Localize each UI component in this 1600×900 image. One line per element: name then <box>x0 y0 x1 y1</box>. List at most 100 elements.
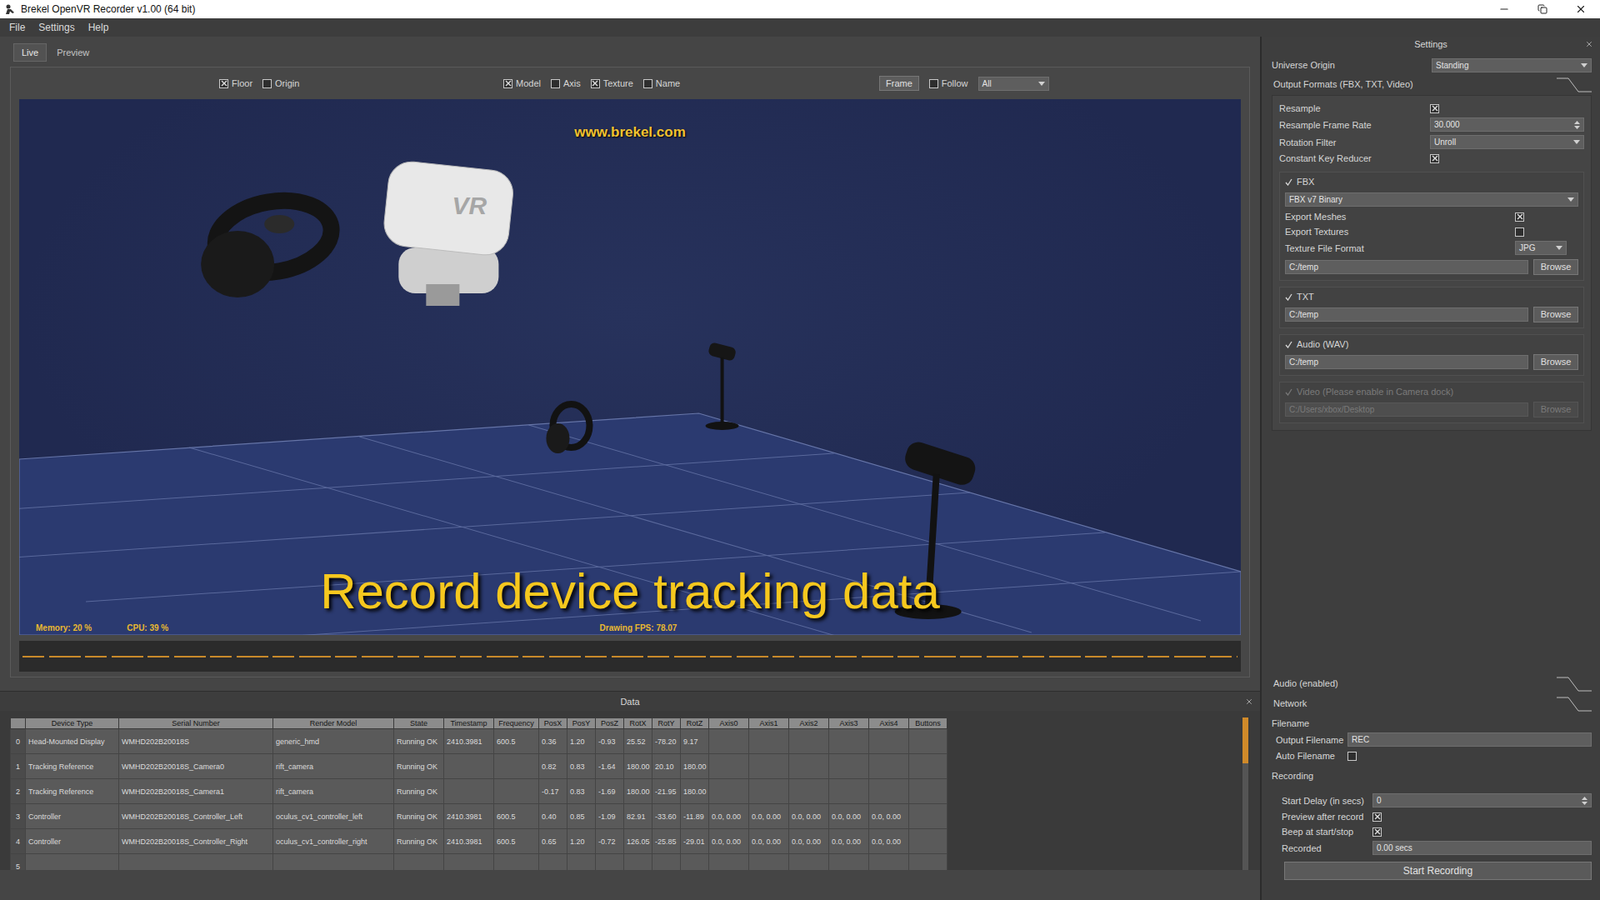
table-cell: -1.64 <box>595 754 625 780</box>
toolbar-check[interactable]: Origin <box>262 78 300 89</box>
column-header[interactable]: PosZ <box>595 718 625 730</box>
checkbox[interactable] <box>262 79 272 89</box>
browse-button[interactable]: Browse <box>1533 259 1579 275</box>
checkbox[interactable] <box>590 79 600 89</box>
checkbox[interactable] <box>1347 751 1357 761</box>
checkbox[interactable] <box>1372 812 1382 822</box>
column-header[interactable]: Axis2 <box>789 718 830 730</box>
dropdown[interactable]: FBX v7 Binary <box>1285 192 1579 207</box>
start-recording-button[interactable]: Start Recording <box>1284 861 1592 880</box>
table-cell: WMHD202B20018S_Camera0 <box>119 754 274 780</box>
viewport[interactable]: VRwww.brekel.comRecord device tracking d… <box>19 99 1241 635</box>
checkbox[interactable] <box>219 79 229 89</box>
checkbox[interactable] <box>643 79 653 89</box>
checkbox[interactable] <box>1515 212 1525 222</box>
menu-item[interactable]: File <box>2 20 32 35</box>
group-header[interactable]: TXT <box>1285 289 1579 305</box>
close-button[interactable] <box>1245 697 1260 706</box>
table-cell: Tracking Reference <box>25 754 120 780</box>
browse-button[interactable]: Browse <box>1533 306 1579 323</box>
checkbox[interactable] <box>929 79 939 89</box>
toolbar-check[interactable]: Model <box>503 78 541 89</box>
table-row[interactable]: 4ControllerWMHD202B20018S_Controller_Rig… <box>10 829 948 855</box>
scene-3d[interactable]: VR <box>19 99 1241 635</box>
view-tab[interactable]: Preview <box>48 43 98 62</box>
menu-item[interactable]: Settings <box>31 20 81 35</box>
dropdown[interactable]: All <box>978 76 1050 91</box>
restore-button[interactable] <box>1523 0 1562 19</box>
section-header[interactable]: Audio (enabled) <box>1271 675 1592 693</box>
timeline[interactable] <box>19 640 1241 672</box>
spin-box[interactable]: 0 <box>1372 793 1592 808</box>
table-cell: oculus_cv1_controller_left <box>273 804 395 830</box>
table-row[interactable]: 1Tracking ReferenceWMHD202B20018S_Camera… <box>10 754 948 780</box>
group-header[interactable]: Video (Please enable in Camera dock) <box>1285 384 1579 400</box>
column-header[interactable]: Frequency <box>494 718 540 730</box>
section-header[interactable]: Output Formats (FBX, TXT, Video) <box>1271 76 1592 94</box>
floor-grid <box>19 425 1241 635</box>
text-field[interactable]: REC <box>1347 732 1592 747</box>
column-header[interactable]: Device Type <box>25 718 120 730</box>
menu-item[interactable]: Help <box>81 20 116 35</box>
column-header[interactable]: Axis0 <box>709 718 750 730</box>
path-field[interactable]: C:/temp <box>1285 355 1529 370</box>
column-header[interactable]: Axis3 <box>829 718 870 730</box>
table-cell <box>869 854 910 871</box>
column-header[interactable] <box>10 718 26 730</box>
toolbar-check[interactable]: Name <box>643 78 680 89</box>
spin-box[interactable]: 30.000 <box>1430 117 1585 132</box>
toolbar-check[interactable]: Texture <box>590 78 634 89</box>
column-header[interactable]: Timestamp <box>444 718 495 730</box>
column-header[interactable]: Buttons <box>909 718 948 730</box>
group-header[interactable]: FBX <box>1285 174 1579 190</box>
spin-down-icon[interactable] <box>1581 801 1588 805</box>
column-header[interactable]: Axis4 <box>869 718 910 730</box>
checkbox[interactable] <box>1430 104 1440 114</box>
toolbar-check[interactable]: Axis <box>550 78 581 89</box>
column-header[interactable]: RotY <box>652 718 681 730</box>
scroll-thumb[interactable] <box>1242 717 1249 764</box>
table-row[interactable]: 3ControllerWMHD202B20018S_Controller_Lef… <box>10 804 948 830</box>
close-button[interactable] <box>1561 0 1600 19</box>
toolbar-group: Model Axis Texture Name <box>503 78 880 89</box>
checkbox[interactable] <box>503 79 513 89</box>
column-header[interactable]: PosX <box>539 718 568 730</box>
spin-up-icon[interactable] <box>1581 796 1588 800</box>
section-header[interactable]: Network <box>1271 695 1592 713</box>
path-field[interactable]: C:/temp <box>1285 260 1529 275</box>
table-row[interactable]: 2Tracking ReferenceWMHD202B20018S_Camera… <box>10 779 948 805</box>
checkbox[interactable] <box>1372 827 1382 837</box>
data-table-area: Device TypeSerial NumberRender ModelStat… <box>0 710 1260 870</box>
fps-text: Drawing FPS: 78.07 <box>600 623 678 633</box>
checkbox[interactable] <box>1430 154 1440 164</box>
close-button[interactable] <box>1585 40 1600 49</box>
group-header[interactable]: Audio (WAV) <box>1285 336 1579 352</box>
view-tab[interactable]: Live <box>13 43 47 62</box>
dropdown[interactable]: JPG <box>1515 240 1567 255</box>
browse-button[interactable]: Browse <box>1533 354 1579 370</box>
spin-up-icon[interactable] <box>1574 120 1580 125</box>
column-header[interactable]: Render Model <box>273 718 395 730</box>
scrollbar[interactable] <box>1242 717 1249 870</box>
path-field[interactable]: C:/temp <box>1285 307 1529 322</box>
toolbar-check[interactable]: Floor <box>219 78 253 89</box>
checkbox[interactable] <box>1515 227 1525 237</box>
column-header[interactable]: State <box>394 718 445 730</box>
path-field: C:/Users/xbox/Desktop <box>1285 402 1529 417</box>
column-header[interactable]: Serial Number <box>119 718 274 730</box>
column-header[interactable]: RotX <box>624 718 653 730</box>
toolbar-check[interactable]: Follow <box>929 78 969 89</box>
spin-down-icon[interactable] <box>1574 125 1580 130</box>
stat-text: CPU: 39 % <box>126 623 169 633</box>
table-row[interactable]: 0Head-Mounted DisplayWMHD202B20018Sgener… <box>10 729 948 755</box>
column-header[interactable]: RotZ <box>680 718 710 730</box>
minimize-button[interactable] <box>1485 0 1524 19</box>
setting-control <box>1347 751 1592 761</box>
dropdown[interactable]: Unroll <box>1430 135 1585 150</box>
frame-button[interactable]: Frame <box>879 75 920 91</box>
column-header[interactable]: PosY <box>567 718 596 730</box>
checkbox[interactable] <box>550 79 560 89</box>
table-row[interactable]: 5 <box>10 854 948 871</box>
column-header[interactable]: Axis1 <box>749 718 790 730</box>
dropdown[interactable]: Standing <box>1431 58 1592 73</box>
